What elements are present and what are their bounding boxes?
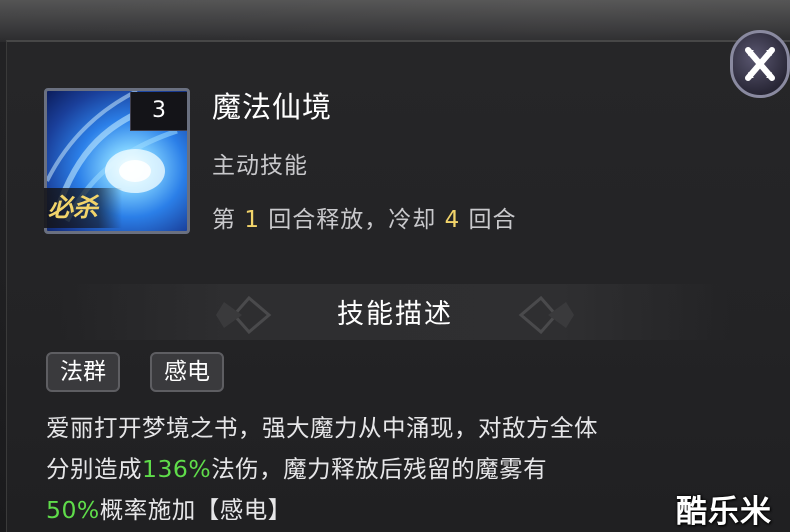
timing-prefix: 第 xyxy=(212,207,245,233)
skill-description: 爱丽打开梦境之书，强大魔力从中涌现，对敌方全体 分别造成136%法伤，魔力释放后… xyxy=(46,408,746,531)
background-scene-strip xyxy=(0,0,790,42)
desc-text: 分别造成 xyxy=(46,455,142,483)
ultimate-badge: 必杀 xyxy=(44,188,122,228)
tag-aoe-magic: 法群 xyxy=(46,352,120,392)
description-line-3: 50%概率施加【感电】 xyxy=(46,490,746,531)
skill-timing: 第 1 回合释放，冷却 4 回合 xyxy=(212,200,517,234)
tag-electrocute: 感电 xyxy=(150,352,224,392)
chance-percent: 50% xyxy=(46,496,100,524)
cooldown-turns: 4 xyxy=(444,207,461,233)
desc-text: 法伤，魔力释放后残留的魔雾有 xyxy=(211,455,548,483)
close-button[interactable] xyxy=(730,30,790,98)
description-line-1: 爱丽打开梦境之书，强大魔力从中涌现，对敌方全体 xyxy=(46,414,598,442)
skill-level-badge: 3 xyxy=(130,92,187,131)
damage-percent: 136% xyxy=(142,455,212,483)
desc-text: 概率施加【感电】 xyxy=(99,496,292,524)
watermark: 酷乐米 xyxy=(676,494,772,530)
release-turn: 1 xyxy=(244,207,260,233)
timing-suffix: 回合 xyxy=(460,207,517,233)
timing-middle: 回合释放，冷却 xyxy=(259,207,445,233)
close-x-icon xyxy=(745,47,775,81)
skill-detail-screen: 3 必杀 魔法仙境 主动技能 第 1 回合释放，冷却 4 回合 技能描述 法群 … xyxy=(0,0,790,532)
skill-name: 魔法仙境 xyxy=(212,90,333,124)
description-line-2: 分别造成136%法伤，魔力释放后残留的魔雾有 xyxy=(46,449,746,490)
skill-type: 主动技能 xyxy=(212,153,308,179)
section-title: 技能描述 xyxy=(337,299,453,330)
